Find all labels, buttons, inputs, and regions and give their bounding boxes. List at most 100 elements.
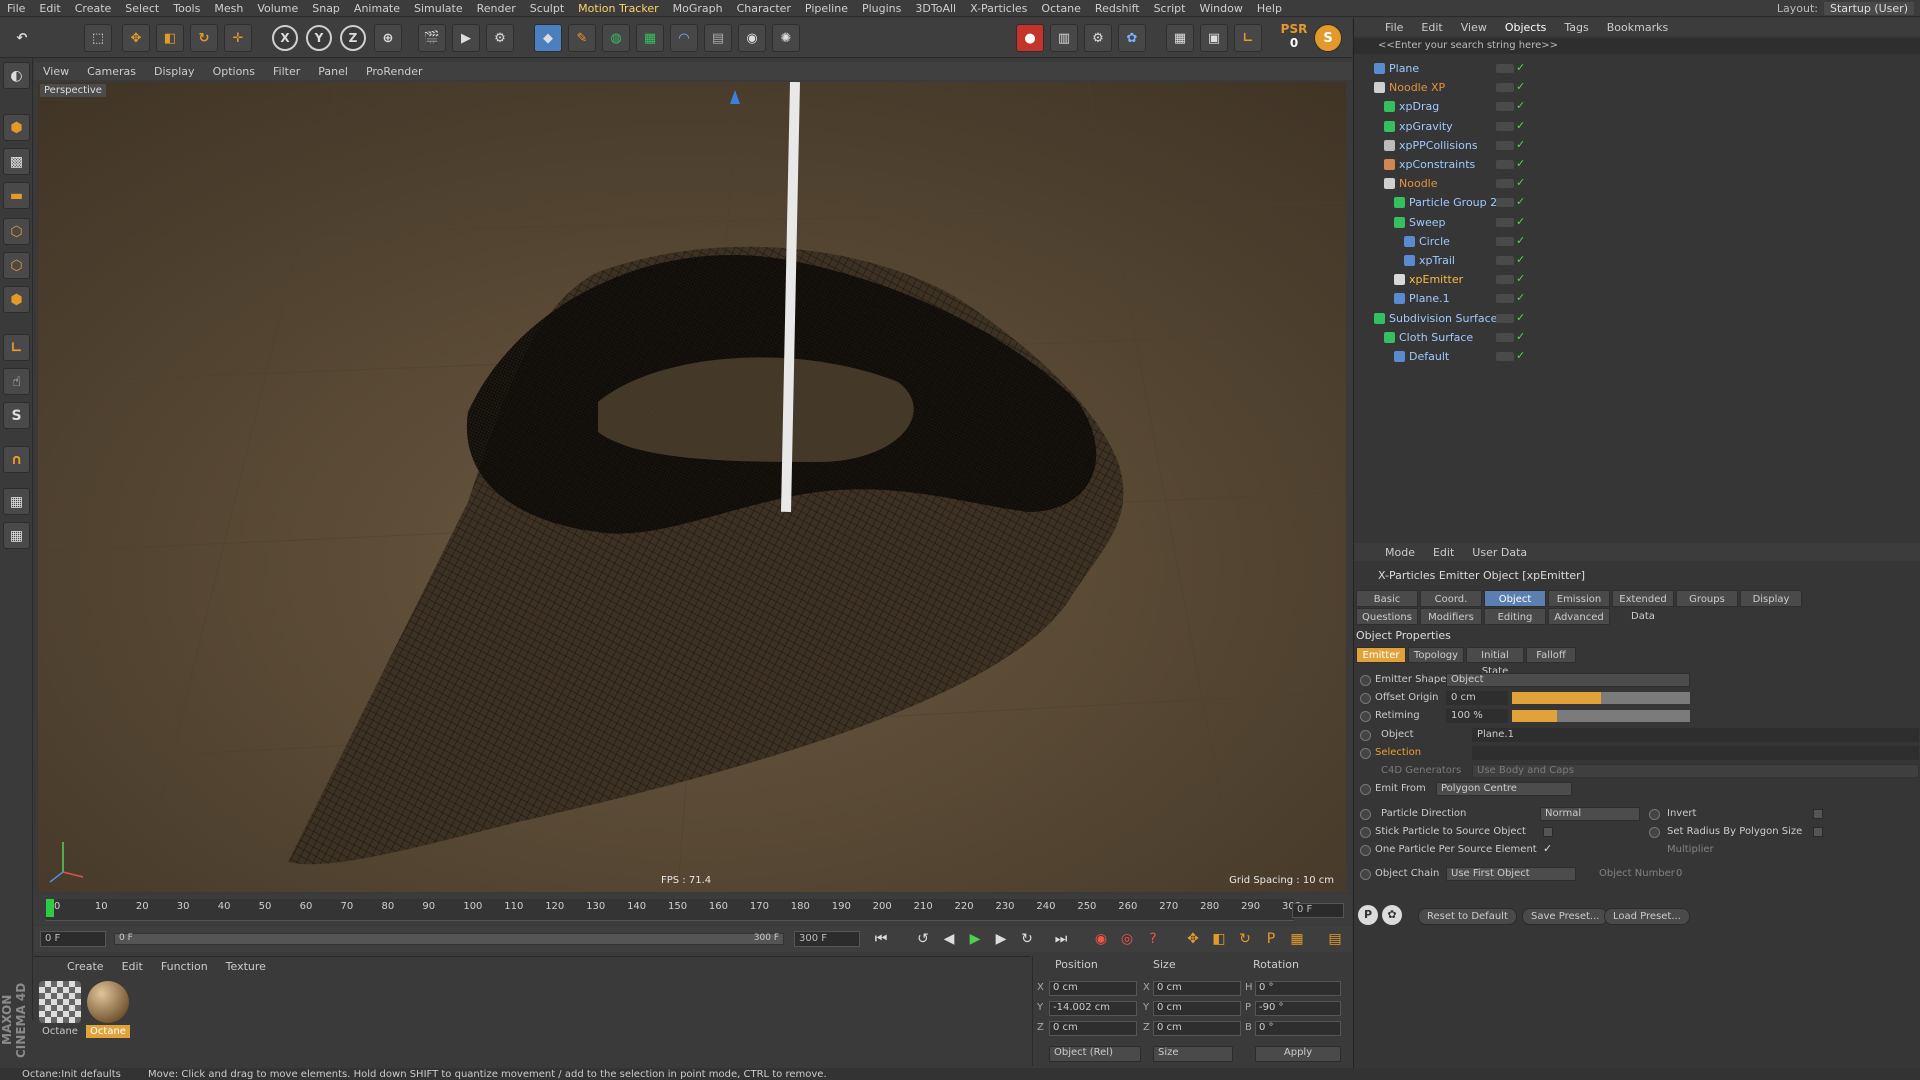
object-row[interactable]: xpConstraints ✓	[1354, 155, 1920, 174]
tab-basic[interactable]: Basic	[1356, 590, 1418, 607]
cube-icon[interactable]: ◆	[534, 24, 562, 52]
visibility-flags[interactable]	[1496, 198, 1514, 208]
tab-advanced[interactable]: Advanced	[1548, 608, 1610, 625]
material-menu-edit[interactable]: Edit	[113, 960, 152, 973]
enabled-check-icon[interactable]: ✓	[1516, 349, 1525, 362]
object-menu-file[interactable]: File	[1376, 21, 1412, 34]
layout-icon[interactable]: ▥	[1050, 24, 1078, 52]
retiming-slider[interactable]	[1512, 710, 1690, 722]
animate-dot[interactable]	[1360, 827, 1371, 838]
particle-direction-dropdown[interactable]: Normal	[1540, 807, 1640, 821]
record-key-icon[interactable]: ◉	[1090, 929, 1112, 949]
object-row[interactable]: xpDrag ✓	[1354, 97, 1920, 116]
subtab-topology[interactable]: Topology	[1408, 647, 1464, 663]
visibility-flags[interactable]	[1496, 256, 1514, 265]
retiming-field[interactable]: 100 %	[1446, 709, 1508, 723]
menu-item-tools[interactable]: Tools	[166, 2, 207, 15]
menu-item-edit[interactable]: Edit	[32, 2, 67, 15]
subtab-initial-state[interactable]: Initial State	[1466, 647, 1524, 677]
animate-dot[interactable]	[1360, 845, 1371, 856]
start-frame-field[interactable]: 0 F	[40, 931, 106, 947]
visibility-flags[interactable]	[1496, 102, 1514, 112]
grid-tool-icon[interactable]: ▦	[1166, 24, 1194, 52]
visibility-flags[interactable]	[1496, 179, 1514, 189]
go-to-end-icon[interactable]: ⏭	[1050, 929, 1072, 949]
workplane-lock-icon[interactable]: ▦	[3, 522, 30, 549]
visibility-flags[interactable]	[1496, 140, 1514, 150]
size-z-field[interactable]: 0 cm	[1153, 1021, 1241, 1036]
render-picture-icon[interactable]: ▶	[452, 24, 480, 52]
material-octane-1[interactable]: Octane	[38, 981, 82, 1038]
material-octane-2[interactable]: Octane	[86, 981, 130, 1038]
timeline-ruler[interactable]: 0 10 20 30 40 50 60 70 80 90 100 110 120 130 140 150 160…	[46, 899, 1301, 921]
size-x-field[interactable]: 0 cm	[1153, 981, 1241, 996]
visibility-flags[interactable]	[1496, 64, 1514, 73]
autokey-icon[interactable]: ◎	[1116, 929, 1138, 949]
pen-icon[interactable]: ✎	[568, 24, 596, 52]
light-icon[interactable]: ✺	[772, 24, 800, 52]
animate-dot[interactable]	[1360, 675, 1371, 686]
viewport-menu-prorender[interactable]: ProRender	[357, 65, 432, 78]
emitter-shape-dropdown[interactable]: Object	[1446, 673, 1690, 687]
prev-frame-icon[interactable]: ◀	[938, 929, 960, 949]
menu-item-octane[interactable]: Octane	[1034, 2, 1088, 15]
object-row[interactable]: xpPPCollisions ✓	[1354, 136, 1920, 155]
apply-button[interactable]: Apply	[1255, 1046, 1341, 1062]
position-key-icon[interactable]: ✥	[1182, 929, 1204, 949]
layout-value[interactable]: Startup (User)	[1824, 2, 1914, 15]
snap-icon[interactable]: ∟	[1234, 24, 1262, 52]
menu-item-volume[interactable]: Volume	[250, 2, 305, 15]
object-row[interactable]: xpEmitter ✓	[1354, 270, 1920, 289]
attribute-menu-mode[interactable]: Mode	[1376, 546, 1424, 559]
enabled-check-icon[interactable]: ✓	[1516, 80, 1525, 93]
load-preset-button[interactable]: Load Preset...	[1604, 908, 1690, 925]
menu-item-snap[interactable]: Snap	[305, 2, 347, 15]
viewport-menu-filter[interactable]: Filter	[264, 65, 309, 78]
y-axis-button[interactable]: Y	[306, 25, 332, 51]
attribute-menu-user-data[interactable]: User Data	[1463, 546, 1536, 559]
layout-selector[interactable]: Layout: Startup (User)	[1777, 0, 1914, 17]
rot-h-field[interactable]: 0 °	[1255, 981, 1341, 996]
subtab-falloff[interactable]: Falloff	[1526, 647, 1576, 663]
enabled-check-icon[interactable]: ✓	[1516, 272, 1525, 285]
grid-lock-icon[interactable]: ▦	[3, 488, 30, 515]
pos-y-field[interactable]: -14.002 cm	[1049, 1001, 1137, 1016]
animate-dot[interactable]	[1360, 693, 1371, 704]
material-menu-function[interactable]: Function	[152, 960, 217, 973]
frame-icon[interactable]: ▣	[1200, 24, 1228, 52]
viewport-menu-cameras[interactable]: Cameras	[78, 65, 145, 78]
object-row[interactable]: Sweep ✓	[1354, 213, 1920, 232]
rotation-key-icon[interactable]: ↻	[1234, 929, 1256, 949]
library-icon[interactable]: ✿	[1382, 905, 1402, 925]
texture-mode-icon[interactable]: ▩	[3, 148, 30, 175]
menu-item-window[interactable]: Window	[1192, 2, 1249, 15]
visibility-flags[interactable]	[1496, 160, 1514, 169]
animate-dot[interactable]	[1360, 730, 1371, 741]
floor-icon[interactable]: ▤	[704, 24, 732, 52]
enabled-check-icon[interactable]: ✓	[1516, 215, 1525, 228]
enabled-check-icon[interactable]: ✓	[1516, 138, 1525, 151]
menu-item-script[interactable]: Script	[1147, 2, 1193, 15]
save-preset-button[interactable]: Save Preset...	[1522, 908, 1609, 925]
enabled-check-icon[interactable]: ✓	[1516, 176, 1525, 189]
material-menu-create[interactable]: Create	[58, 960, 113, 973]
animate-dot[interactable]	[1360, 711, 1371, 722]
s-icon[interactable]: S	[1314, 24, 1342, 52]
viewport-menu-options[interactable]: Options	[204, 65, 264, 78]
invert-checkbox[interactable]	[1813, 809, 1823, 819]
x-axis-button[interactable]: X	[272, 25, 298, 51]
camera-icon[interactable]: ◉	[738, 24, 766, 52]
selection-link-field[interactable]	[1472, 746, 1919, 760]
tab-questions[interactable]: Questions	[1356, 608, 1418, 625]
subtab-emitter[interactable]: Emitter	[1356, 647, 1406, 663]
object-menu-bookmarks[interactable]: Bookmarks	[1598, 21, 1677, 34]
object-number-field[interactable]: 0	[1676, 868, 1682, 879]
scale-key-icon[interactable]: ◧	[1208, 929, 1230, 949]
sphere-icon[interactable]: ◐	[3, 62, 30, 89]
offset-origin-slider[interactable]	[1512, 692, 1690, 704]
pos-x-field[interactable]: 0 cm	[1049, 981, 1137, 996]
object-row[interactable]: Noodle ✓	[1354, 174, 1920, 193]
viewport-menu-panel[interactable]: Panel	[309, 65, 357, 78]
offset-origin-field[interactable]: 0 cm	[1446, 691, 1508, 705]
live-selection-icon[interactable]: ⬚	[84, 24, 112, 52]
